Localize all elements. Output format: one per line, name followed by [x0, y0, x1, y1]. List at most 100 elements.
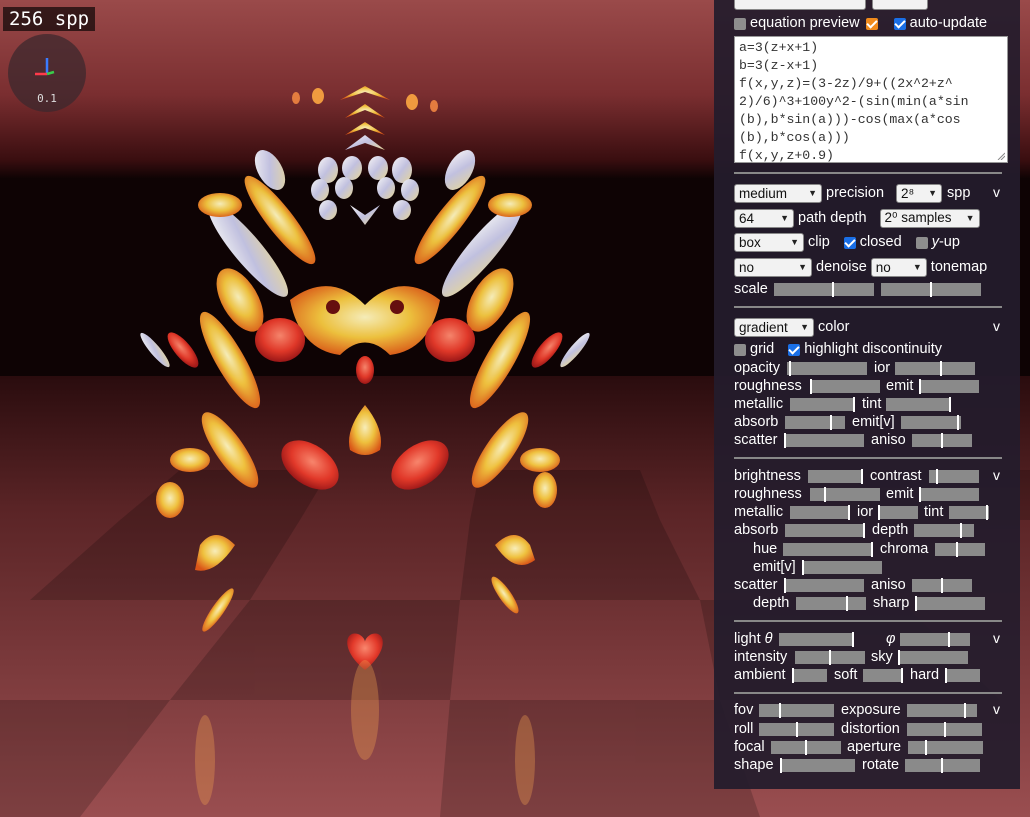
slider-knob[interactable]: [878, 504, 880, 520]
opacity-slider[interactable]: [787, 360, 867, 376]
slider-knob[interactable]: [863, 522, 865, 538]
slider-knob[interactable]: [778, 702, 781, 718]
collapse-camera-toggle[interactable]: v: [993, 701, 1000, 717]
collapse-post-toggle[interactable]: v: [993, 467, 1000, 483]
resize-handle-icon[interactable]: [997, 152, 1005, 160]
slider-knob[interactable]: [941, 432, 943, 448]
slider-knob[interactable]: [780, 757, 782, 773]
equation-editor[interactable]: a=3(z+x+1) b=3(z-x+1) f(x,y,z)=(3-2z)/9+…: [734, 36, 1008, 163]
hue-slider[interactable]: [783, 541, 873, 557]
rotate-slider[interactable]: [905, 757, 980, 773]
clip-select[interactable]: box ▼: [734, 232, 804, 252]
fov-slider[interactable]: [759, 702, 834, 718]
post-ior-slider[interactable]: [878, 504, 918, 520]
slider-knob[interactable]: [784, 432, 786, 448]
post-aniso-slider[interactable]: [912, 577, 972, 593]
color-mode-select[interactable]: gradient ▼: [734, 317, 814, 337]
slider-knob[interactable]: [957, 414, 960, 430]
focal-slider[interactable]: [771, 739, 841, 755]
path-depth-select[interactable]: 64 ▼: [734, 208, 794, 228]
post-roughness-slider[interactable]: [810, 486, 880, 502]
contrast-slider[interactable]: [929, 468, 979, 484]
post-scatter-slider[interactable]: [784, 577, 864, 593]
equation-preview-toggle[interactable]: [865, 18, 878, 30]
sky-slider[interactable]: [898, 649, 968, 665]
post-emit-slider[interactable]: [919, 486, 979, 502]
slider-knob[interactable]: [871, 541, 873, 557]
emit-slider[interactable]: [919, 378, 979, 394]
collapse-light-toggle[interactable]: v: [993, 630, 1000, 646]
slider-knob[interactable]: [919, 378, 921, 394]
slider-knob[interactable]: [852, 631, 854, 647]
post-depth-2-slider[interactable]: [796, 595, 866, 611]
slider-knob[interactable]: [915, 595, 917, 611]
aperture-slider[interactable]: [908, 739, 983, 755]
auto-update-checkbox[interactable]: [893, 18, 906, 30]
scale-slider[interactable]: [774, 281, 874, 297]
roll-slider[interactable]: [759, 721, 834, 737]
slider-knob[interactable]: [949, 396, 951, 412]
slider-knob[interactable]: [784, 577, 786, 593]
soft-slider[interactable]: [863, 667, 903, 683]
slider-knob[interactable]: [805, 739, 807, 755]
slider-knob[interactable]: [919, 486, 921, 502]
ior-slider[interactable]: [895, 360, 975, 376]
slider-knob[interactable]: [985, 504, 988, 520]
slider-knob[interactable]: [941, 577, 943, 593]
scale-slider-2[interactable]: [881, 281, 981, 297]
precision-select[interactable]: medium ▼: [734, 183, 822, 203]
slider-knob[interactable]: [930, 281, 932, 297]
slider-knob[interactable]: [795, 721, 798, 737]
slider-knob[interactable]: [845, 595, 848, 611]
slider-knob[interactable]: [943, 721, 946, 737]
slider-knob[interactable]: [829, 649, 831, 665]
emit-v-slider[interactable]: [901, 414, 961, 430]
post-absorb-slider[interactable]: [785, 522, 865, 538]
denoise-select[interactable]: no ▼: [734, 257, 812, 277]
aniso-slider[interactable]: [912, 432, 972, 448]
absorb-slider[interactable]: [785, 414, 845, 430]
slider-knob[interactable]: [940, 360, 943, 376]
y-up-checkbox[interactable]: [915, 237, 928, 249]
slider-knob[interactable]: [831, 281, 834, 297]
light-theta-slider[interactable]: [779, 631, 854, 647]
grid-checkbox[interactable]: [734, 344, 746, 356]
post-tint-slider[interactable]: [949, 504, 989, 520]
chroma-slider[interactable]: [935, 541, 985, 557]
slider-knob[interactable]: [824, 486, 827, 502]
slider-knob[interactable]: [924, 739, 927, 755]
slider-knob[interactable]: [940, 757, 943, 773]
distortion-slider[interactable]: [907, 721, 982, 737]
slider-knob[interactable]: [956, 541, 959, 557]
slider-knob[interactable]: [964, 702, 967, 718]
ambient-slider[interactable]: [792, 667, 827, 683]
tint-slider[interactable]: [886, 396, 951, 412]
slider-knob[interactable]: [945, 667, 947, 683]
slider-knob[interactable]: [947, 631, 950, 647]
slider-knob[interactable]: [898, 649, 900, 665]
slider-knob[interactable]: [848, 504, 850, 520]
metallic-slider[interactable]: [790, 396, 855, 412]
hard-slider[interactable]: [945, 667, 980, 683]
post-emit-v-slider[interactable]: [802, 559, 882, 575]
exposure-slider[interactable]: [907, 702, 977, 718]
slider-knob[interactable]: [901, 667, 903, 683]
slider-knob[interactable]: [829, 414, 832, 430]
light-phi-slider[interactable]: [900, 631, 970, 647]
preset-select[interactable]: [734, 0, 866, 10]
tonemap-select[interactable]: no ▼: [870, 257, 927, 277]
shape-slider[interactable]: [780, 757, 855, 773]
intensity-slider[interactable]: [795, 649, 865, 665]
slider-knob[interactable]: [959, 522, 962, 538]
slider-knob[interactable]: [792, 667, 794, 683]
slider-knob[interactable]: [802, 559, 804, 575]
preset-select-2[interactable]: [872, 0, 928, 10]
brightness-slider[interactable]: [808, 468, 863, 484]
slider-knob[interactable]: [936, 468, 939, 484]
axis-gizmo[interactable]: 0.1: [8, 34, 86, 112]
scatter-slider[interactable]: [784, 432, 864, 448]
collapse-render-toggle[interactable]: v: [993, 184, 1000, 200]
slider-knob[interactable]: [853, 396, 855, 412]
sharp-slider[interactable]: [915, 595, 985, 611]
slider-knob[interactable]: [788, 360, 791, 376]
